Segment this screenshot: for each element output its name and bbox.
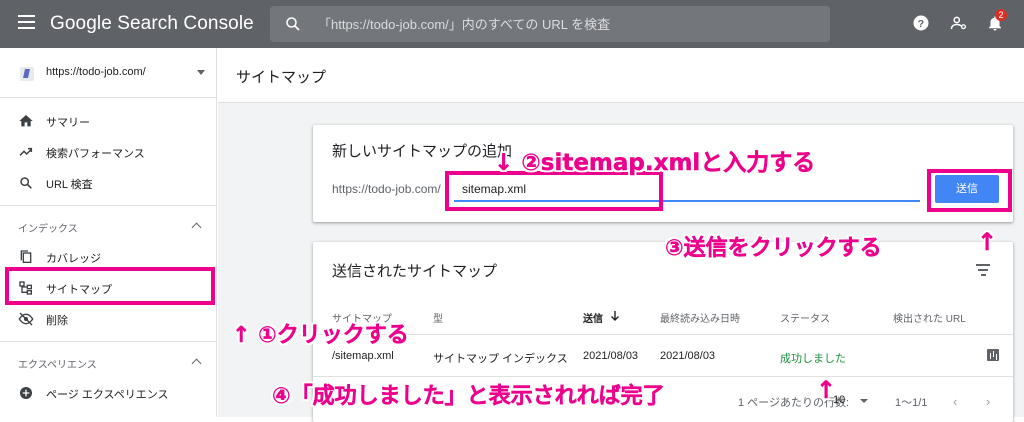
cell-sitemap: /sitemap.xml [332, 350, 394, 362]
filter-icon[interactable] [976, 264, 990, 279]
dropdown-caret-icon [197, 70, 205, 75]
column-header-discovered-urls[interactable]: 検出された URL [893, 310, 966, 325]
sidebar-item-label: カバレッジ [46, 253, 101, 265]
sidebar-item-label: URL 検査 [46, 179, 93, 191]
cell-submitted: 2021/08/03 [583, 350, 639, 362]
page-range: 1〜1/1 [895, 397, 928, 409]
divider [0, 341, 217, 342]
page-title: サイトマップ [236, 69, 327, 86]
property-icon [20, 67, 34, 81]
sidebar: https://todo-job.com/ サマリー 検索パフォーマンス URL… [0, 48, 217, 417]
notification-badge: 2 [995, 9, 1007, 21]
column-header-status[interactable]: ステータス [780, 310, 830, 325]
top-app-bar: Google Search Console ? 2 [0, 0, 1024, 48]
add-circle-icon [20, 387, 32, 399]
search-icon [20, 177, 32, 189]
sidebar-item-label: サマリー [46, 117, 90, 129]
manage-users-icon[interactable] [950, 14, 968, 32]
sidebar-item-performance[interactable]: 検索パフォーマンス [0, 137, 217, 167]
next-page-icon[interactable]: › [986, 394, 990, 409]
highlight-sitemap-nav [5, 267, 215, 305]
column-header-last-read[interactable]: 最終読み込み日時 [660, 310, 740, 325]
divider [313, 334, 1013, 335]
column-header-submitted[interactable]: 送信 [583, 310, 603, 325]
sidebar-item-page-experience[interactable]: ページ エクスペリエンス [0, 378, 217, 408]
highlight-url-input [445, 171, 663, 211]
divider [313, 376, 1013, 377]
home-icon [19, 115, 33, 127]
app-title[interactable]: Google Search Console [50, 13, 254, 35]
sidebar-item-label: 削除 [46, 315, 68, 327]
column-header-type[interactable]: 型 [433, 310, 443, 325]
bar-chart-icon[interactable] [987, 349, 999, 361]
sidebar-item-url-inspection[interactable]: URL 検査 [0, 168, 217, 198]
property-url: https://todo-job.com/ [46, 66, 146, 78]
svg-text:?: ? [918, 18, 924, 30]
cell-last-read: 2021/08/03 [660, 350, 716, 362]
section-title-experience[interactable]: エクスペリエンス [18, 356, 97, 371]
inspect-url-search[interactable] [270, 6, 830, 42]
page-header: サイトマップ [218, 48, 1024, 103]
trending-up-icon [19, 147, 33, 156]
add-sitemap-title: 新しいサイトマップの追加 [332, 143, 513, 160]
url-prefix: https://todo-job.com/ [332, 182, 441, 196]
annotation-step3: ③送信をクリックする [665, 236, 882, 261]
sidebar-item-removals[interactable]: 削除 [0, 304, 217, 334]
sidebar-item-summary[interactable]: サマリー [0, 106, 217, 136]
highlight-submit-button [927, 169, 1012, 212]
cell-status: 成功しました [780, 353, 846, 365]
divider [0, 205, 217, 206]
annotation-step1: ↑ ①クリックする [232, 323, 409, 348]
chevron-up-icon[interactable] [191, 358, 202, 369]
annotation-step4: ④「成功しました」と表示されれば完了 [272, 384, 665, 409]
menu-icon[interactable] [18, 15, 35, 29]
annotation-step3-arrow: ↑ [977, 228, 998, 256]
prev-page-icon[interactable]: ‹ [953, 394, 957, 409]
search-icon [286, 17, 300, 31]
sidebar-item-label: 検索パフォーマンス [46, 148, 145, 160]
eye-off-icon [18, 312, 34, 326]
dropdown-caret-icon[interactable] [860, 399, 868, 403]
submitted-sitemaps-title: 送信されたサイトマップ [332, 263, 498, 280]
search-input[interactable] [318, 6, 818, 42]
section-title-index[interactable]: インデックス [18, 220, 78, 235]
property-selector[interactable]: https://todo-job.com/ [0, 48, 217, 98]
arrow-down-icon[interactable] [610, 310, 620, 322]
main-content: サイトマップ 新しいサイトマップの追加 https://todo-job.com… [218, 48, 1024, 422]
help-icon[interactable]: ? [912, 14, 930, 32]
chevron-up-icon[interactable] [191, 222, 202, 233]
sidebar-item-label: ページ エクスペリエンス [46, 389, 169, 401]
annotation-step4-arrow: ↑ [816, 376, 837, 404]
copy-icon [20, 250, 32, 263]
cell-type: サイトマップ インデックス [433, 353, 568, 365]
annotation-step2: ↓ ②sitemap.xmlと入力する [494, 150, 816, 176]
